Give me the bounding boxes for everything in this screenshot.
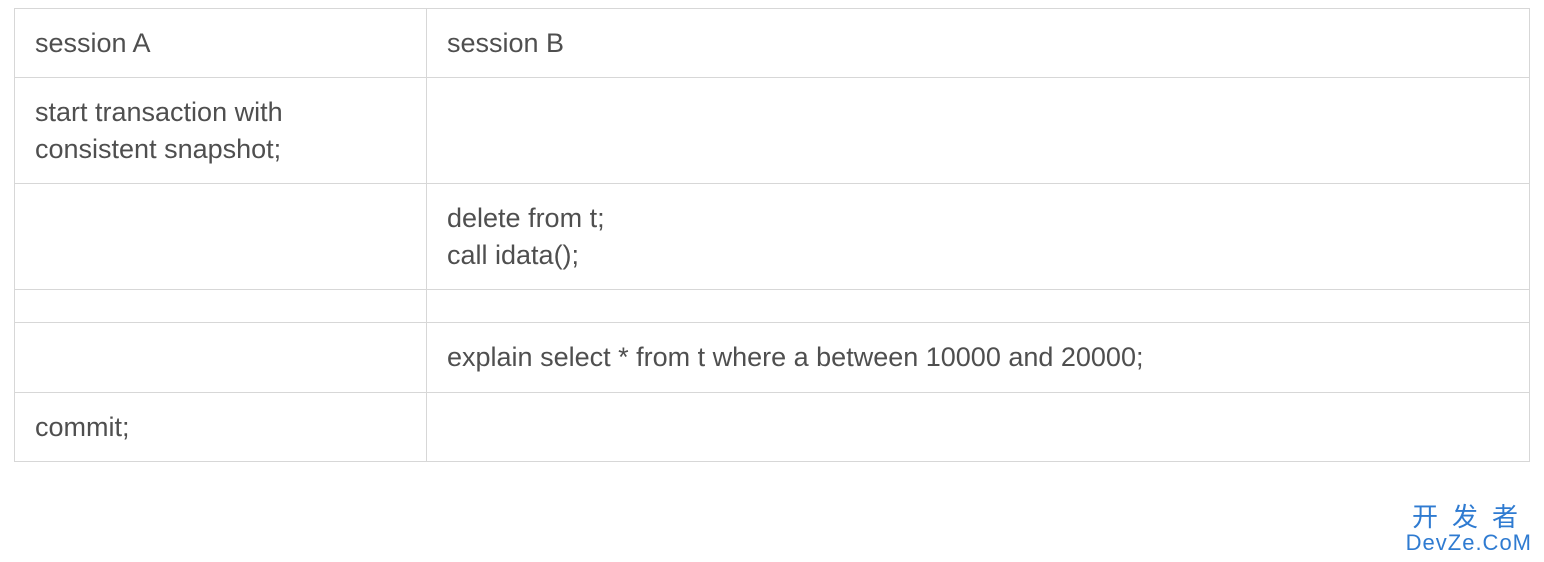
- cell-session-a: start transaction with consistent snapsh…: [15, 78, 427, 184]
- watermark-line1: 开发者: [1406, 497, 1532, 534]
- cell-session-a: commit;: [15, 392, 427, 461]
- col-header-session-a: session A: [15, 9, 427, 78]
- table-row: start transaction with consistent snapsh…: [15, 78, 1530, 184]
- table-row: explain select * from t where a between …: [15, 323, 1530, 392]
- table-header-row: session A session B: [15, 9, 1530, 78]
- watermark: 开发者 DevZe.CoM: [1406, 497, 1532, 556]
- col-header-session-b: session B: [427, 9, 1530, 78]
- table-row: delete from t; call idata();: [15, 184, 1530, 290]
- cell-session-b: delete from t; call idata();: [427, 184, 1530, 290]
- cell-session-a: [15, 184, 427, 290]
- table-row: [15, 290, 1530, 323]
- cell-session-b: [427, 392, 1530, 461]
- cell-session-b: [427, 290, 1530, 323]
- cell-session-b: [427, 78, 1530, 184]
- watermark-line2: DevZe.CoM: [1406, 530, 1532, 556]
- cell-session-a: [15, 290, 427, 323]
- cell-session-a: [15, 323, 427, 392]
- cell-session-b: explain select * from t where a between …: [427, 323, 1530, 392]
- session-table: session A session B start transaction wi…: [14, 8, 1530, 462]
- table-row: commit;: [15, 392, 1530, 461]
- session-table-container: session A session B start transaction wi…: [0, 0, 1544, 470]
